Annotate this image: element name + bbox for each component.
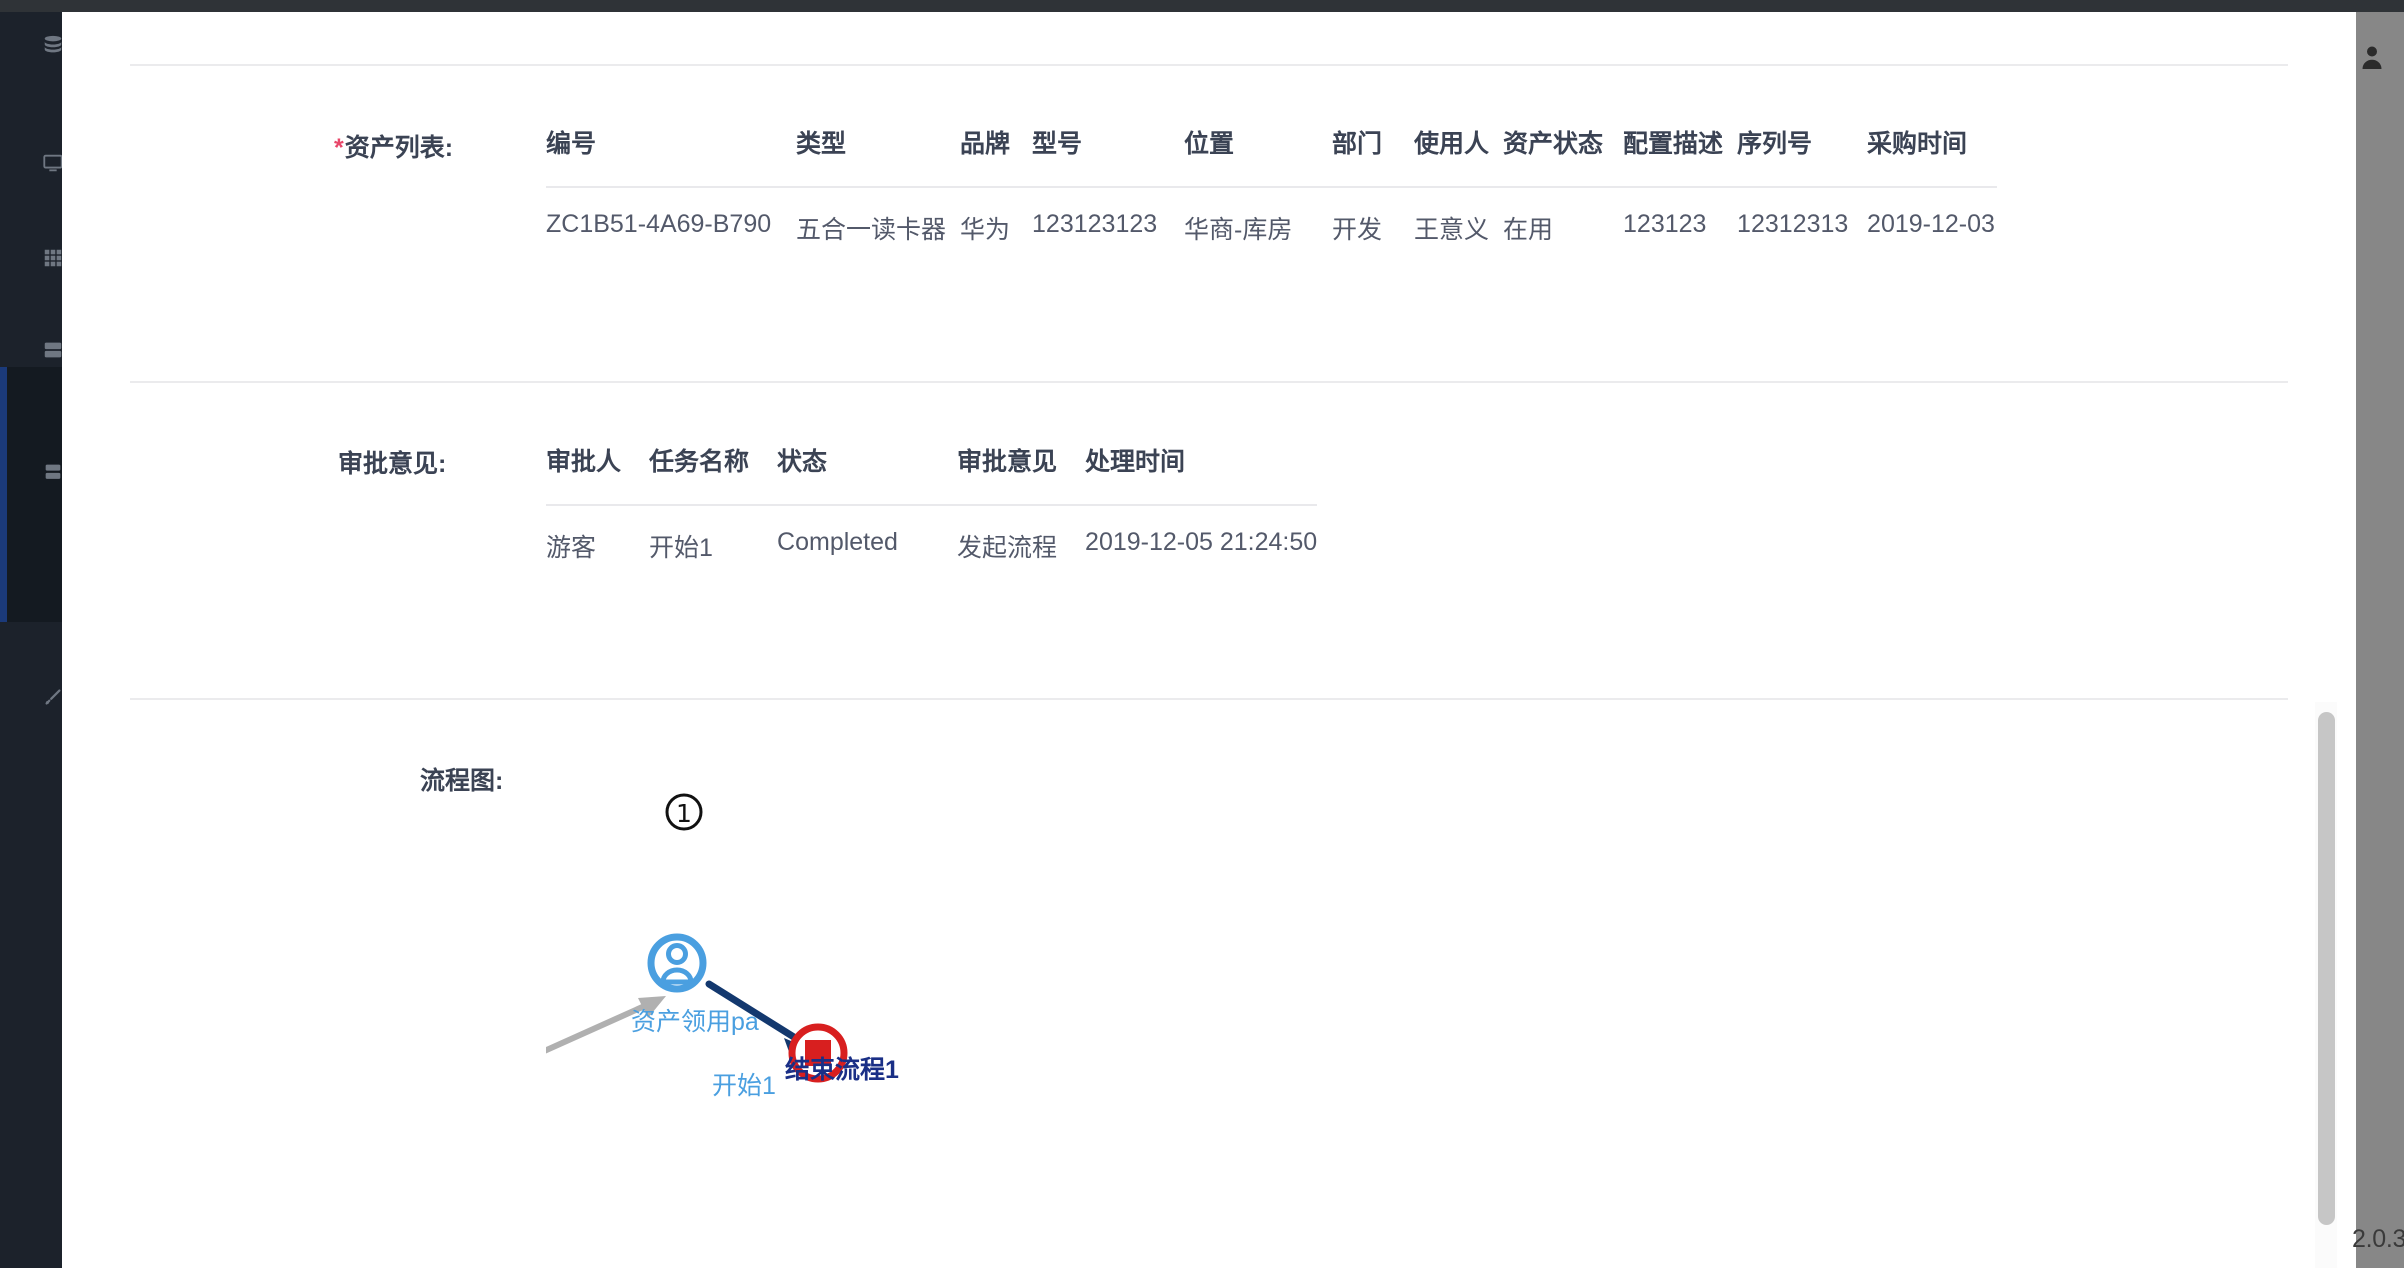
column-header-serial-number[interactable]: 序列号: [1737, 124, 1867, 187]
column-header-user[interactable]: 使用人: [1414, 124, 1503, 187]
column-header-config-desc[interactable]: 配置描述: [1623, 124, 1737, 187]
cell-task-name: 开始1: [649, 504, 778, 564]
sidebar-active-background: [0, 367, 62, 622]
section-divider-top: [130, 64, 2288, 66]
cell-status: Completed: [777, 504, 958, 564]
flow-chart-label: 流程图:: [420, 767, 504, 795]
asset-list-table: 编号 类型 品牌 型号 位置 部门 使用人 资产状态 配置描述 序列号 采购时间: [546, 124, 1998, 246]
table-row[interactable]: 游客 开始1 Completed 发起流程 2019-12-05 21:24:5…: [546, 504, 1318, 564]
cell-brand: 华为: [960, 186, 1033, 246]
svg-text:1: 1: [676, 799, 692, 828]
cell-department: 开发: [1332, 186, 1415, 246]
column-header-asset-type[interactable]: 类型: [796, 124, 960, 187]
column-header-task-name[interactable]: 任务名称: [649, 442, 777, 505]
flow-badge-task-counter: 1: [665, 793, 703, 831]
column-header-asset-code[interactable]: 编号: [546, 124, 796, 187]
modal-scrollbar-thumb[interactable]: [2318, 712, 2335, 1225]
user-avatar-icon[interactable]: [2360, 44, 2384, 70]
column-header-approver[interactable]: 审批人: [546, 442, 649, 505]
cell-purchase-date: 2019-12-03: [1867, 186, 1998, 246]
column-header-location[interactable]: 位置: [1184, 124, 1332, 187]
cell-approver: 游客: [546, 504, 650, 564]
flow-node-label-task: 资产领用pa: [631, 1008, 759, 1036]
cell-model: 123123123: [1032, 186, 1185, 246]
page-backdrop-overlay: [2356, 12, 2404, 1268]
flow-diagram-canvas[interactable]: 1 1 开始1 资产领用pa 结束流程1: [546, 752, 2126, 1262]
cell-serial-number: 12312313: [1737, 186, 1868, 246]
cell-asset-code: ZC1B51-4A69-B790: [546, 186, 796, 246]
flow-node-label-start: 开始1: [712, 1072, 776, 1100]
cell-config-desc: 123123: [1623, 186, 1738, 246]
section-divider-middle: [130, 381, 2288, 383]
column-header-asset-status[interactable]: 资产状态: [1503, 124, 1623, 187]
table-row[interactable]: ZC1B51-4A69-B790 五合一读卡器 华为 123123123 华商-…: [546, 186, 1998, 246]
flow-node-user-task: [647, 933, 707, 993]
column-header-purchase-date[interactable]: 采购时间: [1867, 124, 1997, 187]
app-version-label: 2.0.3: [2352, 1225, 2404, 1253]
screen-root: 2.0.3 *资产列表: 编号 类型 品牌 型号 位置 部门 使用人 资产状态 …: [0, 0, 2404, 1268]
flow-node-label-end: 结束流程1: [785, 1056, 899, 1084]
cell-asset-type: 五合一读卡器: [796, 186, 961, 246]
table-header-row: 编号 类型 品牌 型号 位置 部门 使用人 资产状态 配置描述 序列号 采购时间: [546, 124, 1997, 187]
column-header-brand[interactable]: 品牌: [960, 124, 1032, 187]
cell-asset-status: 在用: [1503, 186, 1624, 246]
column-header-department[interactable]: 部门: [1332, 124, 1414, 187]
app-sidebar: [0, 12, 63, 1268]
column-header-status[interactable]: 状态: [777, 442, 957, 505]
asset-list-label: *资产列表:: [334, 128, 453, 164]
asset-list-label-text: 资产列表:: [344, 134, 454, 162]
cell-approval-note: 发起流程: [957, 504, 1086, 564]
section-divider-bottom: [130, 698, 2288, 700]
table-header-row: 审批人 任务名称 状态 审批意见 处理时间: [546, 442, 1317, 505]
sidebar-active-indicator: [0, 367, 7, 622]
required-asterisk: *: [334, 134, 344, 162]
approval-opinions-label: 审批意见:: [338, 450, 447, 478]
column-header-model[interactable]: 型号: [1032, 124, 1184, 187]
cell-user: 王意义: [1414, 186, 1504, 246]
column-header-approval-note[interactable]: 审批意见: [957, 442, 1085, 505]
os-titlebar: [0, 0, 2404, 12]
detail-modal-dialog: *资产列表: 编号 类型 品牌 型号 位置 部门 使用人 资产状态 配置描述 序…: [62, 12, 2347, 1268]
column-header-processed-time[interactable]: 处理时间: [1085, 442, 1317, 505]
modal-form-body: *资产列表: 编号 类型 品牌 型号 位置 部门 使用人 资产状态 配置描述 序…: [62, 12, 2347, 1268]
cell-processed-time: 2019-12-05 21:24:50: [1085, 504, 1318, 564]
cell-location: 华商-库房: [1184, 186, 1333, 246]
approval-opinions-table: 审批人 任务名称 状态 审批意见 处理时间 游客 开始1 Completed 发…: [546, 442, 1318, 564]
